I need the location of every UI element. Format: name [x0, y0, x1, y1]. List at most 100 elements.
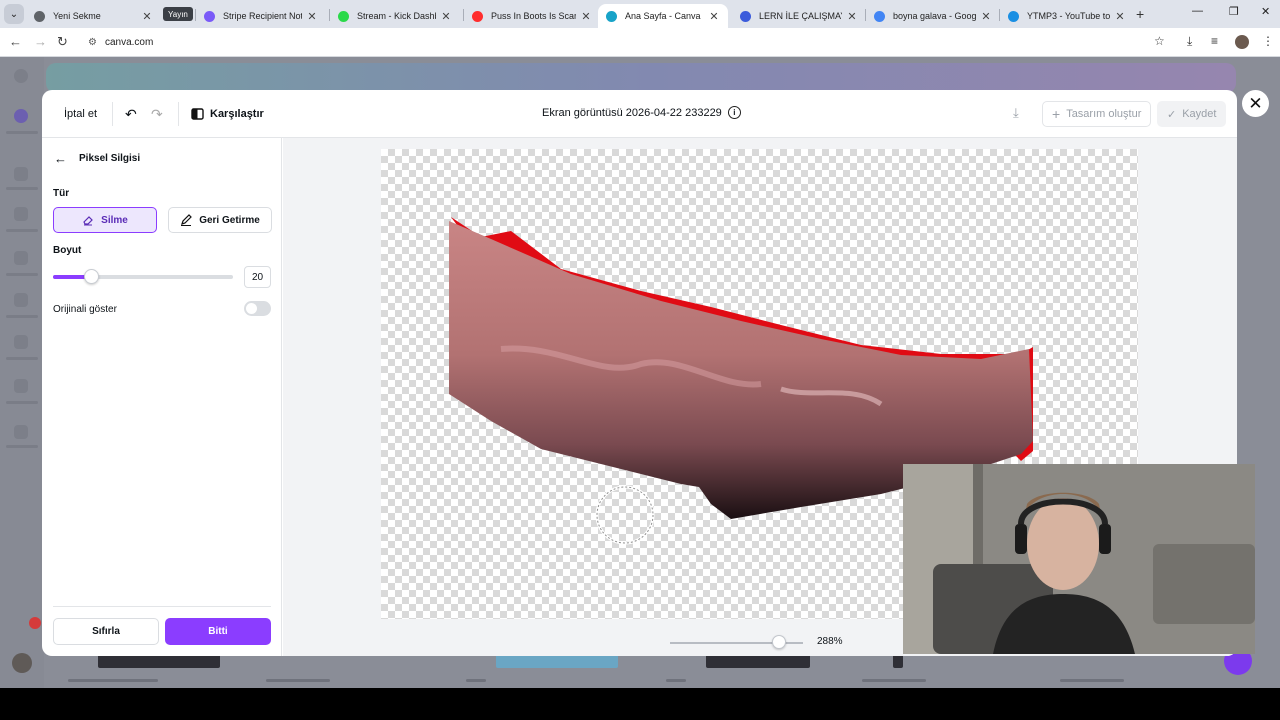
tune-icon[interactable]: ⚙ — [88, 37, 97, 48]
tab-close-icon[interactable]: ✕ — [708, 10, 720, 23]
brush-icon — [181, 214, 193, 226]
toggle-knob — [246, 303, 257, 314]
brush-size-input[interactable]: 20 — [244, 266, 271, 288]
downloads-icon[interactable]: ⤓ — [1187, 34, 1192, 49]
url-field[interactable]: ⚙ canva.com — [80, 31, 1176, 53]
notification-badge — [29, 617, 41, 629]
tab-search-chevron-icon[interactable]: ⌄ — [4, 4, 24, 24]
live-badge: Yayın — [163, 7, 193, 21]
compare-button[interactable]: Karşılaştır — [191, 104, 264, 124]
tab-title: Stream - Kick Dashboard — [357, 11, 436, 21]
done-button[interactable]: Bitti — [165, 618, 271, 645]
restore-mode-button[interactable]: Geri Getirme — [168, 207, 272, 233]
type-label: Tür — [53, 188, 70, 199]
save-button[interactable]: ✓ Kaydet — [1157, 101, 1227, 127]
cancel-button[interactable]: İptal et — [64, 104, 97, 124]
create-design-label: Tasarım oluştur — [1066, 108, 1142, 120]
canva-account-avatar — [12, 653, 32, 673]
browser-tab[interactable]: Puss In Boots Is Scared ( ✕ — [464, 4, 600, 28]
save-label: Kaydet — [1182, 108, 1217, 120]
show-original-label: Orijinali göster — [53, 304, 117, 315]
info-icon[interactable]: i — [727, 106, 741, 119]
tab-close-icon[interactable]: ✕ — [1114, 10, 1126, 23]
zoom-thumb[interactable] — [772, 635, 787, 649]
check-icon: ✓ — [1167, 108, 1177, 121]
tab-favicon-icon — [874, 10, 885, 22]
brand-icon — [14, 293, 28, 307]
tab-close-icon[interactable]: ✕ — [580, 10, 592, 23]
back-icon[interactable]: ← — [9, 34, 22, 49]
erase-label: Silme — [101, 214, 128, 226]
tab-close-icon[interactable]: ✕ — [306, 10, 318, 23]
address-bar-row: ← → ↻ ⚙ canva.com ☆ ⤓ ≡ ⋮ — [0, 28, 1280, 57]
canva-menu-icon — [14, 69, 28, 83]
browser-tab[interactable]: Yeni Sekme ✕ — [26, 4, 161, 28]
panel-title: Piksel Silgisi — [79, 153, 141, 164]
download-icon[interactable]: ⤓ — [1013, 105, 1019, 121]
tab-close-icon[interactable]: ✕ — [440, 10, 452, 23]
tab-title: boyna galava - Google'd — [893, 11, 976, 21]
tab-title: Ana Sayfa - Canva — [625, 11, 701, 21]
zoom-value: 288% — [817, 636, 843, 647]
document-title-text: Ekran görüntüsü 2026-04-22 233229 — [542, 106, 722, 119]
media-queue-icon[interactable]: ≡ — [1211, 34, 1218, 48]
browser-tab[interactable]: Ana Sayfa - Canva ✕ — [598, 4, 728, 28]
plus-icon: + — [1052, 106, 1061, 122]
restore-label: Geri Getirme — [199, 214, 260, 226]
forward-icon[interactable]: → — [34, 34, 47, 49]
browser-tab[interactable]: Stream - Kick Dashboard ✕ — [330, 4, 460, 28]
tab-strip: ⌄ Yeni Sekme✕Stripe Recipient Notice✕Str… — [0, 0, 1280, 28]
brush-size-slider[interactable] — [53, 269, 233, 284]
tab-favicon-icon — [606, 10, 617, 22]
projects-icon — [14, 207, 28, 221]
show-original-toggle[interactable] — [244, 301, 271, 316]
erase-mode-button[interactable]: Silme — [53, 207, 157, 233]
close-window-icon[interactable]: ✕ — [1261, 5, 1270, 18]
minimize-icon[interactable]: — — [1192, 5, 1203, 17]
create-design-button[interactable]: + Tasarım oluştur — [1042, 101, 1152, 127]
browser-tab[interactable]: YTMP3 - YouTube to MP ✕ — [1000, 4, 1134, 28]
tab-title: Stripe Recipient Notice — [223, 11, 302, 21]
compare-icon — [191, 108, 204, 120]
restore-window-icon[interactable]: ❐ — [1229, 5, 1239, 18]
panel-back-row[interactable]: ← Piksel Silgisi — [54, 151, 140, 166]
tab-close-icon[interactable]: ✕ — [141, 10, 153, 23]
dream-lab-icon — [14, 379, 28, 393]
brush-size-thumb[interactable] — [83, 269, 99, 284]
tab-favicon-icon — [204, 10, 215, 22]
webcam-feed — [903, 464, 1255, 654]
bookmark-star-icon[interactable]: ☆ — [1154, 34, 1165, 48]
browser-tab[interactable]: LERN İLE ÇALIŞMAYAN ✕ — [732, 4, 866, 28]
browser-tab[interactable]: Stripe Recipient Notice ✕ — [196, 4, 326, 28]
tab-close-icon[interactable]: ✕ — [846, 10, 858, 23]
tab-close-icon[interactable]: ✕ — [980, 10, 992, 23]
tab-title: Yeni Sekme — [53, 11, 101, 21]
back-arrow-icon[interactable]: ← — [54, 151, 67, 166]
templates-icon — [14, 251, 28, 265]
url-text: canva.com — [104, 36, 154, 48]
profile-avatar[interactable] — [1235, 35, 1249, 49]
size-label: Boyut — [53, 245, 82, 256]
reload-icon[interactable]: ↻ — [57, 34, 68, 50]
tab-favicon-icon — [34, 10, 45, 22]
tab-favicon-icon — [338, 10, 349, 22]
home-icon — [14, 167, 28, 181]
document-title: Ekran görüntüsü 2026-04-22 233229 i — [542, 106, 741, 119]
reset-button[interactable]: Sıfırla — [53, 618, 159, 645]
editor-header: İptal et ↶ ↷ Karşılaştır Ekran görüntüsü… — [42, 90, 1237, 138]
browser-tab[interactable]: boyna galava - Google'd ✕ — [866, 4, 1000, 28]
canva-sidebar — [0, 57, 44, 688]
webcam-overlay — [903, 464, 1255, 654]
tab-favicon-icon — [472, 10, 483, 22]
redo-icon[interactable]: ↷ — [151, 104, 163, 124]
apps-icon — [14, 335, 28, 349]
taskbar-strip — [0, 688, 1280, 720]
menu-kebab-icon[interactable]: ⋮ — [1262, 34, 1274, 48]
eraser-panel: ← Piksel Silgisi Tür Silme Geri Getirme … — [42, 138, 282, 656]
tab-favicon-icon — [1008, 10, 1019, 22]
close-editor-button[interactable]: ✕ — [1242, 90, 1269, 117]
new-tab-plus-icon[interactable]: + — [1136, 6, 1144, 22]
undo-icon[interactable]: ↶ — [125, 104, 137, 124]
tab-title: Puss In Boots Is Scared ( — [491, 11, 576, 21]
compare-label: Karşılaştır — [210, 108, 264, 120]
